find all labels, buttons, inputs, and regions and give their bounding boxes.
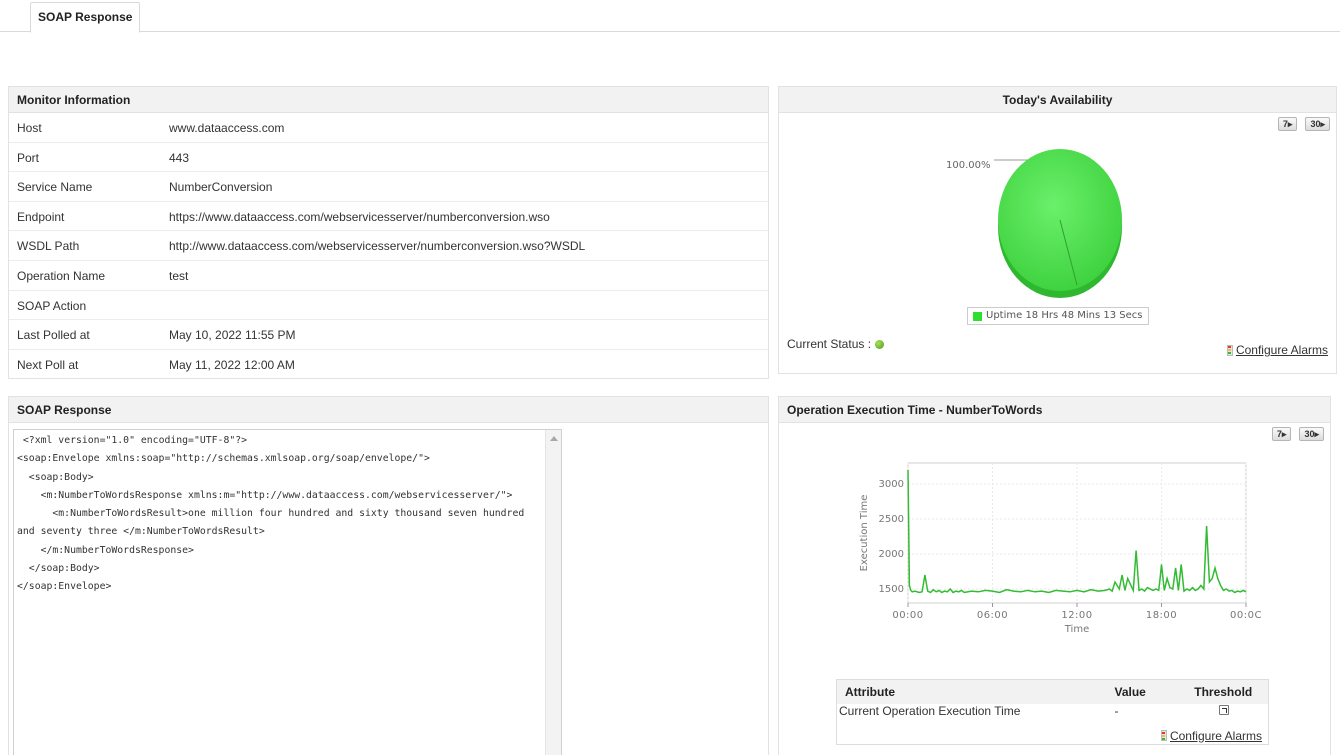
info-value: test (169, 268, 189, 283)
threshold-header: Threshold (1178, 679, 1269, 704)
threshold-cell (1179, 704, 1269, 723)
execution-time-panel: Operation Execution Time - NumberToWords… (778, 396, 1331, 755)
info-key: Next Poll at (17, 357, 79, 372)
monitor-information-title: Monitor Information (9, 87, 768, 113)
value-header: Value (1106, 679, 1179, 704)
info-row: WSDL Path http://www.dataaccess.com/webse… (9, 231, 768, 261)
x-tick-label: 00:00 (892, 610, 923, 621)
info-key: WSDL Path (17, 239, 80, 254)
info-row: Port 443 (9, 143, 768, 173)
uptime-legend-text: Uptime 18 Hrs 48 Mins 13 Secs (986, 310, 1143, 321)
info-row: Last Polled at May 10, 2022 11:55 PM (9, 320, 768, 350)
y-tick-label: 2500 (879, 514, 904, 525)
info-value: May 11, 2022 12:00 AM (169, 357, 295, 372)
alarm-traffic-light-icon (1226, 344, 1233, 356)
current-status: Current Status : (787, 337, 885, 351)
soap-response-panel: SOAP Response <?xml version="1.0" encodi… (8, 396, 769, 755)
availability-legend: Uptime 18 Hrs 48 Mins 13 Secs (967, 307, 1149, 325)
uptime-swatch (973, 311, 982, 321)
soap-response-title: SOAP Response (9, 397, 768, 423)
monitor-info-list: Host www.dataaccess.com Port 443 Service Nam… (9, 113, 768, 379)
info-row: Next Poll at May 11, 2022 12:00 AM (9, 350, 768, 380)
info-value: May 10, 2022 11:55 PM (169, 328, 296, 343)
availability-panel: Today's Availability 7▸ 30▸ 100.00% Upti… (778, 86, 1337, 374)
status-indicator-icon (875, 339, 885, 349)
current-status-label: Current Status : (787, 337, 872, 351)
info-value: www.dataaccess.com (169, 121, 285, 135)
y-axis-title: Execution Time (859, 495, 870, 572)
y-tick-label: 1500 (879, 584, 904, 595)
tab-bar: SOAP Response (0, 0, 1340, 33)
availability-title: Today's Availability (779, 87, 1336, 113)
x-tick-label: 12:00 (1061, 610, 1092, 621)
info-key: SOAP Action (17, 298, 87, 313)
configure-alarms-link[interactable]: Configure Alarms (1226, 343, 1328, 357)
table-row: Current Operation Execution Time - (837, 704, 1269, 723)
availability-pie-chart (994, 149, 1122, 298)
attribute-header: Attribute (836, 679, 1107, 704)
edit-threshold-icon[interactable] (1219, 704, 1230, 715)
scroll-up-arrow-icon[interactable] (550, 436, 558, 441)
info-row: Host www.dataaccess.com (9, 113, 768, 143)
soap-response-scrollbar[interactable] (545, 430, 561, 755)
table-configure-cell: Configure Alarms (837, 723, 1269, 745)
info-key: Host (17, 121, 42, 135)
soap-response-xml: <?xml version="1.0" encoding="UTF-8"?> <… (17, 435, 525, 593)
value-cell: - (1114, 703, 1119, 718)
configure-alarms-label: Configure Alarms (1169, 728, 1262, 743)
info-value: NumberConversion (169, 180, 273, 195)
info-key: Endpoint (17, 209, 65, 224)
soap-response-textarea[interactable]: <?xml version="1.0" encoding="UTF-8"?> <… (13, 429, 562, 755)
info-key: Operation Name (17, 268, 106, 283)
execution-time-line-chart: 1500 2000 2500 3000 00:00 06:00 12:00 18:00 00:0… (859, 462, 1262, 635)
info-row: Operation Name test (9, 261, 768, 291)
x-tick-label: 00:0C (1230, 610, 1262, 621)
info-key: Service Name (17, 180, 93, 195)
pie-percent-label: 100.00% (946, 160, 991, 171)
x-tick-label: 06:00 (977, 610, 1008, 621)
y-tick-label: 3000 (879, 479, 904, 490)
configure-alarms-label: Configure Alarms (1235, 343, 1328, 357)
x-axis-title: Time (1064, 624, 1089, 635)
attribute-table: Attribute Value Threshold Current Operat… (836, 679, 1269, 745)
info-row: Service Name NumberConversion (9, 172, 768, 202)
info-value: 443 (169, 150, 190, 165)
info-value: https://www.dataaccess.com/webservicesse… (169, 209, 550, 224)
info-key: Port (17, 150, 40, 165)
availability-configure-alarms: Configure Alarms (1226, 337, 1328, 357)
info-value: http://www.dataaccess.com/webservicesser… (169, 239, 586, 254)
x-tick-label: 18:00 (1146, 610, 1177, 621)
alarm-traffic-light-icon (1160, 730, 1167, 741)
info-key: Last Polled at (17, 328, 90, 343)
y-tick-label: 2000 (879, 549, 904, 560)
table-configure-alarms-link[interactable]: Configure Alarms (1160, 728, 1262, 743)
info-row: Endpoint https://www.dataaccess.com/webse… (9, 202, 768, 232)
tab-soap-response[interactable]: SOAP Response (30, 2, 141, 33)
monitor-information-panel: Monitor Information Host www.dataaccess.c… (8, 86, 769, 379)
attribute-cell: Current Operation Execution Time (839, 703, 1021, 718)
info-row: SOAP Action (9, 291, 768, 321)
